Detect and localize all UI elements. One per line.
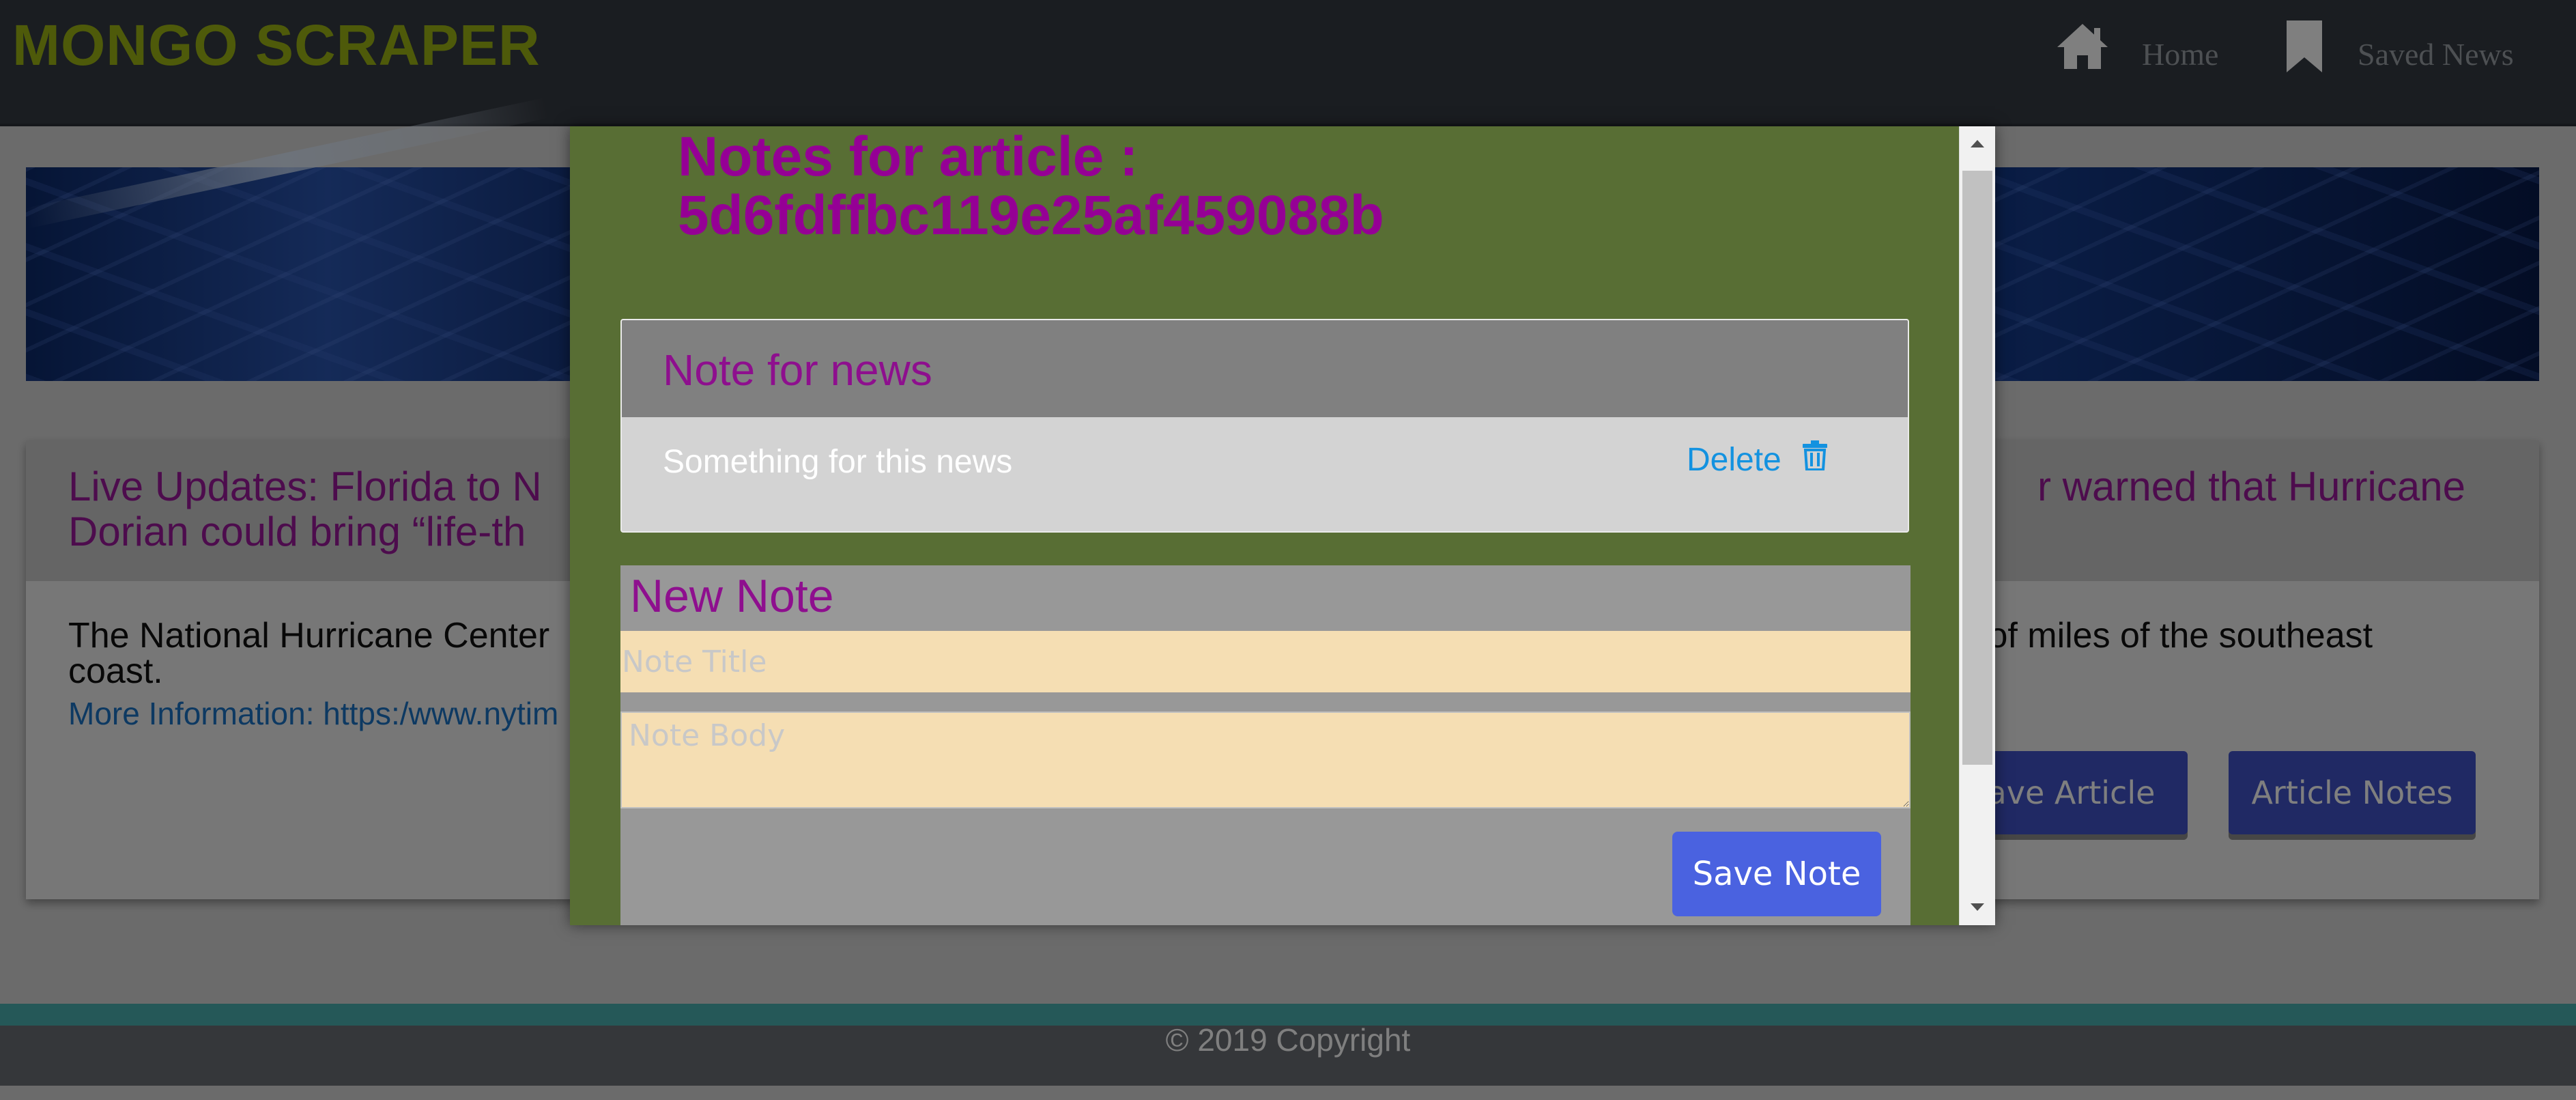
modal-title-article-id: 5d6fdffbc119e25af459088b xyxy=(678,184,1384,246)
note-text: Something for this news xyxy=(663,444,1013,480)
save-note-button[interactable]: Save Note xyxy=(1672,832,1881,916)
new-note-heading: New Note xyxy=(630,570,834,622)
delete-label: Delete xyxy=(1687,441,1781,478)
modal-scrollbar[interactable] xyxy=(1959,126,1995,925)
scrollbar-thumb[interactable] xyxy=(1962,171,1992,765)
new-note-form: New Note Save Note xyxy=(620,565,1910,925)
modal-title: Notes for article : 5d6fdffbc119e25af459… xyxy=(678,128,1838,245)
modal-title-line1: Notes for article : xyxy=(678,126,1139,188)
note-title-input[interactable] xyxy=(620,631,1910,692)
notes-modal: Notes for article : 5d6fdffbc119e25af459… xyxy=(570,126,1995,925)
delete-note-button[interactable]: Delete xyxy=(1687,440,1828,479)
note-body-textarea[interactable] xyxy=(620,711,1910,808)
trash-icon xyxy=(1802,440,1828,479)
note-card: Note for news Something for this news De… xyxy=(620,319,1909,533)
scroll-down-arrow-icon[interactable] xyxy=(1960,884,1995,925)
note-card-heading: Note for news xyxy=(663,345,932,395)
scroll-up-arrow-icon[interactable] xyxy=(1960,126,1995,167)
